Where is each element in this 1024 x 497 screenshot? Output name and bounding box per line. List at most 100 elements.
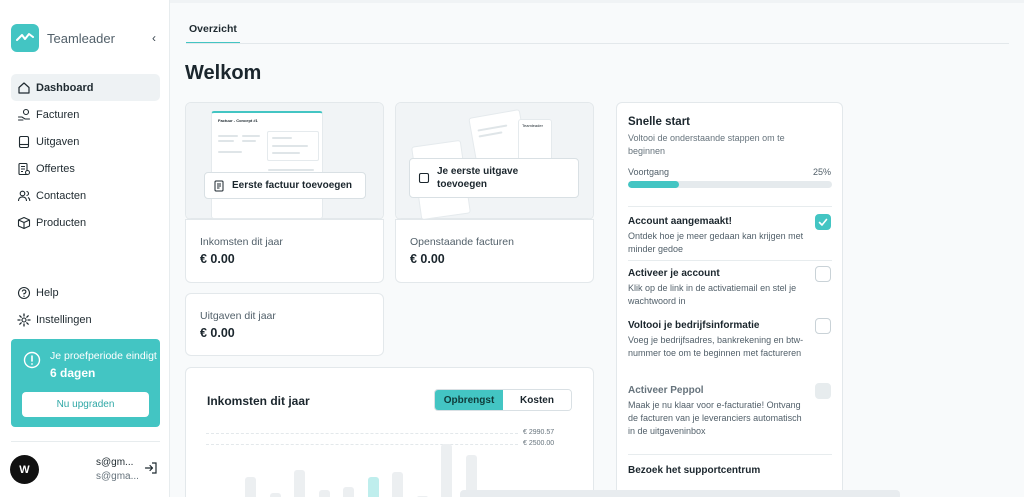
chart-bar (367, 476, 379, 497)
sidebar-item-dashboard[interactable]: Dashboard (11, 74, 160, 101)
avatar[interactable]: W (10, 455, 39, 484)
receipt-brand: Teamleader (522, 123, 543, 128)
gridline (206, 433, 518, 434)
trial-text: Je proefperiode eindigt (50, 350, 157, 362)
sidebar-item-help[interactable]: Help (11, 279, 160, 306)
sidebar-item-label: Contacten (36, 189, 87, 202)
chart-title: Inkomsten dit jaar (207, 394, 310, 408)
chart-bar (392, 471, 403, 497)
step-title: Voltooi je bedrijfsinformatie (628, 320, 760, 331)
checkmark-icon (818, 218, 828, 226)
progress-bar-fill (628, 181, 679, 188)
top-border (170, 0, 1024, 3)
sidebar-item-label: Offertes (36, 162, 75, 175)
step-description: Ontdek hoe je meer gedaan kan krijgen me… (628, 231, 804, 254)
outstanding-value: € 0.00 (410, 252, 445, 266)
add-expense-button[interactable]: Je eerste uitgave toevoegen (409, 158, 579, 198)
sidebar-item-facturen[interactable]: Facturen (11, 101, 160, 128)
trial-days: 6 dagen (50, 366, 96, 380)
quick-start-title: Snelle start (628, 116, 690, 128)
income-stat-card[interactable]: Inkomsten dit jaar € 0.00 (185, 219, 384, 283)
sidebar-item-label: Uitgaven (36, 135, 80, 148)
divider (628, 260, 832, 261)
quote-icon (18, 162, 30, 175)
divider (11, 441, 160, 442)
invoice-preview-title: Factuur - Concept #1 (218, 118, 258, 123)
brand-name: Teamleader (47, 30, 115, 46)
main-nav: Dashboard Facturen Uitgaven Offertes Con… (11, 74, 160, 236)
sidebar-item-contacten[interactable]: Contacten (11, 182, 160, 209)
help-icon (17, 286, 31, 299)
progress-label: Voortgang (628, 167, 670, 177)
sidebar-item-producten[interactable]: Producten (11, 209, 160, 236)
trial-banner: Je proefperiode eindigt 6 dagen Nu upgra… (11, 339, 160, 427)
sidebar-item-label: Dashboard (36, 81, 94, 94)
bottom-overlay (460, 490, 900, 497)
step-description: Voeg je bedrijfsadres, bankrekening en b… (628, 335, 804, 358)
divider (628, 206, 832, 207)
secondary-nav: Help Instellingen (11, 279, 160, 333)
expenses-label: Uitgaven dit jaar (200, 310, 276, 322)
contacts-icon (17, 190, 31, 201)
add-invoice-card[interactable]: Factuur - Concept #1 Eerste factuur toev… (185, 102, 384, 220)
add-expense-card[interactable]: Teamleader Je eerste uitgave toevoegen (395, 102, 594, 220)
divider (628, 454, 832, 455)
chart-bar (318, 490, 330, 497)
tab-overzicht[interactable]: Overzicht (186, 23, 240, 44)
support-center-link[interactable]: Bezoek het supportcentrum (628, 465, 760, 476)
chart-bar (269, 492, 281, 497)
step-checkbox[interactable] (815, 214, 831, 230)
step-description: Maak je nu klaar voor e-facturatie! Ontv… (628, 400, 802, 436)
sidebar-item-offertes[interactable]: Offertes (11, 155, 160, 182)
brand[interactable]: Teamleader (11, 24, 115, 52)
chart-bar (343, 487, 354, 497)
add-expense-label: Je eerste uitgave toevoegen (437, 166, 519, 190)
document-icon (214, 180, 224, 191)
invoice-illustration: Factuur - Concept #1 (186, 103, 383, 219)
y-tick-label: € 2990.57 (523, 429, 555, 436)
step-checkbox[interactable] (815, 318, 831, 334)
expenses-stat-card[interactable]: Uitgaven dit jaar € 0.00 (185, 293, 384, 356)
step-checkbox[interactable] (815, 266, 831, 282)
toggle-kosten[interactable]: Kosten (503, 390, 571, 410)
expense-icon (18, 135, 30, 148)
progress-bar (628, 181, 832, 188)
add-invoice-label: Eerste factuur toevoegen (232, 180, 353, 191)
outstanding-label: Openstaande facturen (410, 236, 514, 248)
box-icon (17, 216, 31, 229)
step-title: Activeer Peppol (628, 385, 704, 396)
progress-percentage: 25% (813, 167, 832, 177)
checkbox-icon (418, 172, 430, 184)
sidebar-item-uitgaven[interactable]: Uitgaven (11, 128, 160, 155)
collapse-sidebar-button[interactable]: ‹ (147, 30, 161, 46)
gridline (206, 443, 518, 445)
logout-icon[interactable] (144, 461, 158, 475)
sidebar-item-label: Producten (36, 216, 87, 229)
sidebar-item-instellingen[interactable]: Instellingen (11, 306, 160, 333)
quick-start-subtitle: Voltooi de onderstaande stappen om te be… (628, 133, 785, 156)
info-icon (23, 351, 41, 369)
invoice-preview: Factuur - Concept #1 (211, 111, 323, 219)
chart-bar (245, 477, 256, 497)
y-tick-label: € 2500.00 (523, 439, 555, 447)
income-chart-card: Inkomsten dit jaar Opbrengst Kosten € 29… (185, 367, 594, 497)
upgrade-button[interactable]: Nu upgraden (22, 392, 149, 417)
outstanding-stat-card[interactable]: Openstaande facturen € 0.00 (395, 219, 594, 283)
teamleader-logo-icon (11, 24, 39, 52)
step-checkbox (815, 383, 831, 399)
gear-icon (17, 312, 31, 327)
expenses-value: € 0.00 (200, 326, 235, 340)
toggle-opbrengst[interactable]: Opbrengst (435, 390, 503, 410)
main-content: Overzicht Welkom Factuur - Concept #1 Ee… (170, 0, 1024, 497)
step-title: Activeer je account (628, 268, 720, 279)
quick-start-panel: Snelle start Voltooi de onderstaande sta… (616, 102, 843, 497)
income-label: Inkomsten dit jaar (200, 236, 283, 248)
user-email: s@gm... (96, 457, 134, 468)
sidebar: Teamleader ‹ Dashboard Facturen Uitgaven… (0, 0, 170, 497)
sidebar-item-label: Facturen (36, 108, 80, 121)
add-invoice-button[interactable]: Eerste factuur toevoegen (204, 172, 366, 199)
income-value: € 0.00 (200, 252, 235, 266)
sidebar-item-label: Instellingen (36, 313, 92, 326)
step-description: Klik op de link in de activatiemail en s… (628, 283, 797, 306)
user-email-secondary: s@gma... (96, 471, 139, 482)
